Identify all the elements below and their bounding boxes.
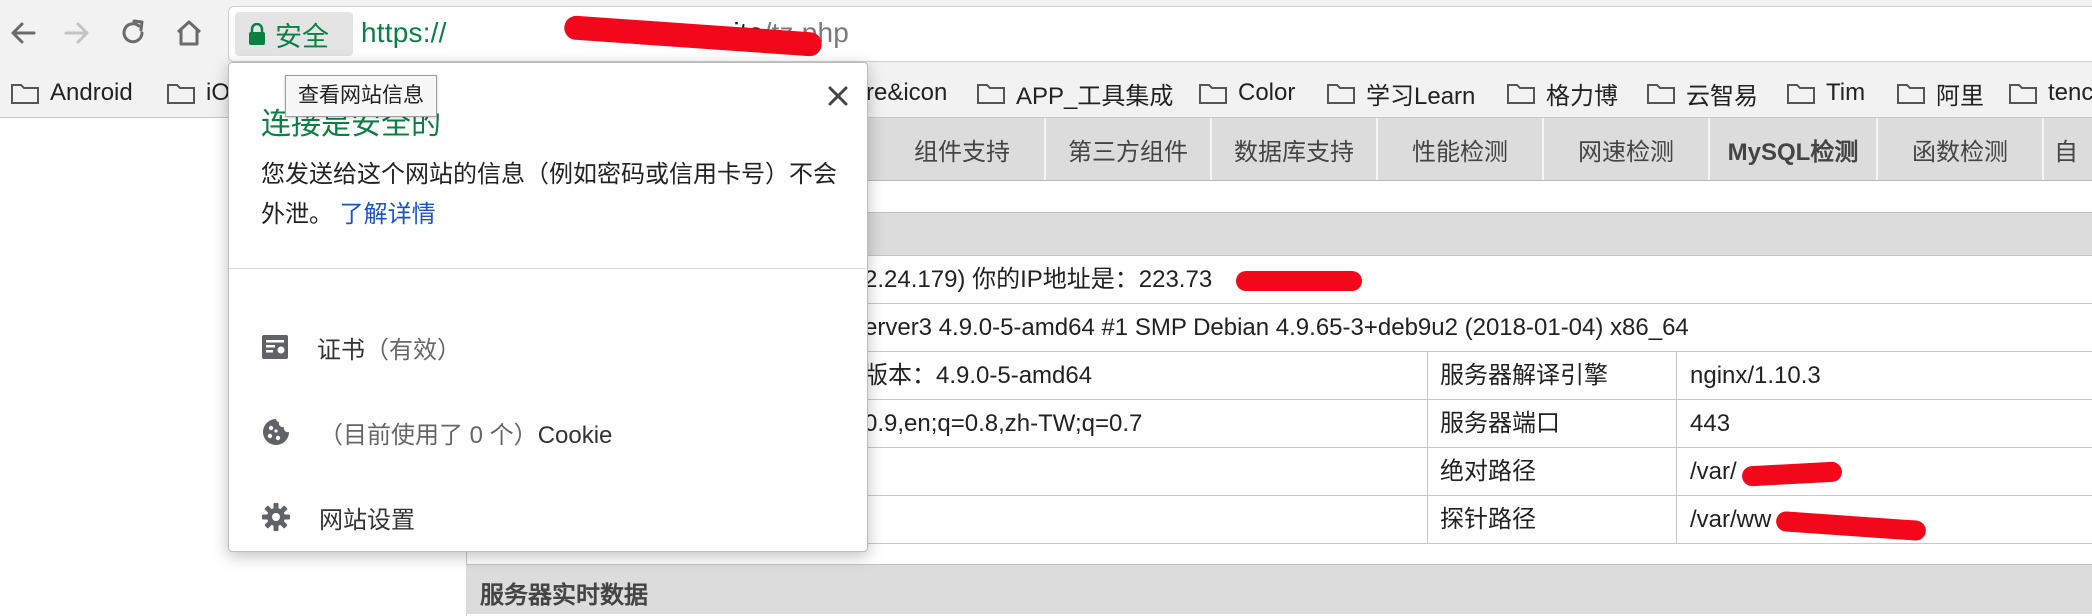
bookmark-tim[interactable]: Tim	[1786, 74, 1865, 112]
redaction-mark	[1775, 510, 1927, 542]
close-icon	[828, 86, 848, 106]
folder-icon	[1787, 84, 1815, 104]
bookmark-label: APP_工具集成	[1016, 82, 1174, 110]
home-button[interactable]	[166, 10, 212, 56]
tab-network-speed[interactable]: 网速检测	[1544, 118, 1710, 180]
bookmark-label: 学习Learn	[1366, 82, 1476, 110]
folder-icon	[1199, 84, 1227, 104]
url-scheme: https://	[361, 17, 447, 48]
bookmark-label: Tim	[1826, 79, 1866, 106]
server-port-label: 服务器端口	[1440, 410, 1560, 437]
redaction-mark	[1236, 271, 1362, 291]
bookmark-gelibo[interactable]: 格力博	[1506, 74, 1618, 112]
tab-components[interactable]: 组件支持	[880, 118, 1046, 180]
probe-path-value: /var/ww	[1690, 506, 1772, 533]
folder-icon	[977, 84, 1005, 104]
tab-functions[interactable]: 函数检测	[1878, 118, 2044, 180]
cell-divider	[1427, 448, 1428, 496]
tab-performance[interactable]: 性能检测	[1378, 118, 1544, 180]
bookmark-label: Color	[1238, 79, 1296, 106]
bookmark-android[interactable]: Android	[10, 74, 133, 112]
certificate-status: （有效）	[365, 336, 461, 364]
tab-database[interactable]: 数据库支持	[1212, 118, 1378, 180]
bookmark-label: Android	[50, 79, 133, 106]
tooltip: 查看网站信息	[285, 75, 437, 117]
reload-icon	[122, 19, 144, 44]
server-engine-label: 服务器解译引擎	[1440, 362, 1608, 389]
tab-partial[interactable]: 自	[2044, 118, 2092, 180]
bookmark-label: iO	[206, 79, 230, 106]
bookmark-app-tools[interactable]: APP_工具集成	[976, 74, 1173, 112]
realtime-data-title: 服务器实时数据	[480, 582, 648, 609]
bookmark-label: 格力博	[1546, 82, 1618, 110]
server-port-value: 443	[1690, 410, 1731, 437]
certificate-item[interactable]: 证书（有效）	[261, 325, 461, 369]
back-arrow-icon	[11, 22, 36, 44]
cookie-label: （目前使用了 0 个）Cookie	[319, 415, 612, 450]
browser-toolbar: 安全 https://en.site/tz.php	[0, 0, 2092, 68]
site-info-popup: 连接是安全的 查看网站信息 您发送给这个网站的信息（例如密码或信用卡号）不会外泄…	[228, 62, 868, 552]
site-settings-label: 网站设置	[319, 506, 415, 534]
cell-divider	[1427, 400, 1428, 448]
forward-arrow-icon	[64, 22, 89, 44]
absolute-path-label: 绝对路径	[1440, 458, 1536, 485]
close-button[interactable]	[821, 79, 855, 113]
probe-path-label: 探针路径	[1440, 506, 1536, 533]
tab-third-party[interactable]: 第三方组件	[1046, 118, 1212, 180]
absolute-path-value: /var/	[1690, 458, 1737, 485]
tab-mysql[interactable]: MySQL检测	[1710, 118, 1878, 180]
gear-icon	[262, 503, 290, 531]
bookmark-label: 云智易	[1686, 82, 1758, 110]
bookmark-tenc[interactable]: tenc	[2008, 74, 2092, 112]
cookie-count: （目前使用了 0 个）	[319, 421, 538, 449]
cookie-text: Cookie	[537, 421, 613, 449]
cookie-item[interactable]: （目前使用了 0 个）Cookie	[261, 410, 612, 454]
security-label: 安全	[275, 21, 329, 52]
folder-icon	[1647, 84, 1675, 104]
certificate-text: 证书	[317, 336, 365, 364]
folder-icon	[2009, 84, 2037, 104]
bookmark-label: tenc	[2048, 79, 2092, 106]
cell-divider	[1676, 448, 1677, 496]
folder-icon	[167, 84, 195, 104]
cell-divider	[1427, 352, 1428, 400]
bookmark-label: re&icon	[866, 79, 948, 106]
address-bar[interactable]: 安全 https://en.site/tz.php	[228, 6, 2092, 62]
cookie-icon	[263, 419, 289, 445]
reload-button[interactable]	[110, 10, 156, 56]
folder-icon	[1897, 84, 1925, 104]
bookmark-learn[interactable]: 学习Learn	[1326, 74, 1475, 112]
lock-icon	[249, 23, 265, 45]
bookmark-re-icon[interactable]: re&icon	[866, 74, 947, 112]
bookmark-yunzhiyi[interactable]: 云智易	[1646, 74, 1758, 112]
cell-divider	[1676, 352, 1677, 400]
forward-button[interactable]	[54, 10, 100, 56]
popup-description: 您发送给这个网站的信息（例如密码或信用卡号）不会外泄。 了解详情	[261, 155, 841, 235]
back-button[interactable]	[0, 10, 46, 56]
folder-icon	[1327, 84, 1355, 104]
cell-divider	[1427, 496, 1428, 544]
ip-info-text: 2.24.179) 你的IP地址是：223.73	[864, 266, 1213, 293]
folder-icon	[1507, 84, 1535, 104]
cell-divider	[1676, 400, 1677, 448]
folder-icon	[11, 84, 39, 104]
home-icon	[176, 20, 202, 46]
divider	[229, 268, 867, 269]
site-settings-item[interactable]: 网站设置	[261, 495, 415, 539]
bookmark-ali[interactable]: 阿里	[1896, 74, 1984, 112]
bookmark-label: 阿里	[1936, 82, 1984, 110]
server-engine-value: nginx/1.10.3	[1690, 362, 1821, 389]
redaction-mark	[1741, 461, 1843, 487]
language-text: 0.9,en;q=0.8,zh-TW;q=0.7	[864, 410, 1143, 437]
bookmark-color[interactable]: Color	[1198, 74, 1295, 112]
kernel-version-text: 版本：4.9.0-5-amd64	[864, 362, 1093, 389]
security-indicator-button[interactable]: 安全	[235, 12, 353, 56]
certificate-label: 证书（有效）	[317, 330, 461, 365]
learn-more-link[interactable]: 了解详情	[340, 201, 436, 228]
os-info-text: erver3 4.9.0-5-amd64 #1 SMP Debian 4.9.6…	[864, 314, 1689, 341]
cell-divider	[1676, 496, 1677, 544]
bookmark-ios[interactable]: iO	[166, 74, 230, 112]
realtime-data-header: 服务器实时数据	[466, 564, 2092, 614]
certificate-icon	[262, 335, 288, 359]
